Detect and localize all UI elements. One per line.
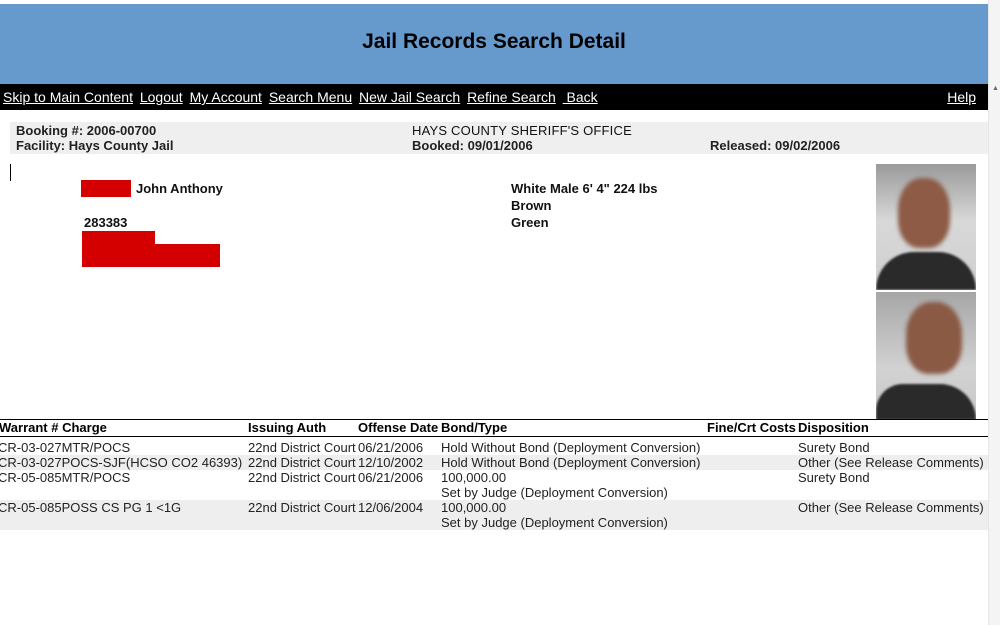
- help-link[interactable]: Help: [947, 89, 976, 105]
- charge-cell: CR-05-085MTR/POCS: [0, 470, 131, 485]
- offense-date-cell: 06/21/2006: [358, 470, 424, 485]
- header-disposition: Disposition: [798, 420, 869, 435]
- search-menu-link[interactable]: Search Menu: [269, 89, 352, 105]
- logout-link[interactable]: Logout: [140, 89, 183, 105]
- hair-color: Brown: [511, 198, 552, 213]
- bond-type-cell: Set by Judge (Deployment Conversion): [441, 485, 668, 500]
- my-account-link[interactable]: My Account: [190, 89, 262, 105]
- issuing-auth-cell: 22nd District Court: [248, 500, 356, 515]
- charge-cell: CR-05-085POSS CS PG 1 <1G: [0, 500, 182, 515]
- disposition-cell: Surety Bond: [798, 470, 870, 485]
- redacted-last-name: [81, 180, 131, 197]
- disposition-cell: Other (See Release Comments): [798, 500, 984, 515]
- redacted-address-line-2: [82, 244, 220, 267]
- mugshot-front-photo: [876, 164, 976, 290]
- bond-amount-cell: 100,000.00: [441, 500, 507, 515]
- inmate-name: John Anthony: [136, 181, 223, 196]
- disposition-cell: Other (See Release Comments): [798, 455, 984, 470]
- bond-type-cell: Hold Without Bond (Deployment Conversion…: [441, 455, 701, 470]
- refine-search-link[interactable]: Refine Search: [467, 89, 556, 105]
- offense-date-cell: 12/06/2004: [358, 500, 424, 515]
- scroll-up-arrow-icon[interactable]: ▲: [992, 85, 999, 92]
- header-bond-type: Bond/Type: [441, 420, 508, 435]
- header-offense-date: Offense Date: [358, 420, 439, 435]
- booking-number: Booking #: 2006-00700: [16, 123, 157, 138]
- text-caret: [10, 164, 11, 181]
- bond-amount-cell: 100,000.00: [441, 470, 507, 485]
- disposition-cell: Surety Bond: [798, 440, 870, 455]
- charge-cell: CR-03-027MTR/POCS: [0, 440, 131, 455]
- table-header-rule: [0, 436, 988, 437]
- bond-type-cell: Hold Without Bond (Deployment Conversion…: [441, 440, 701, 455]
- back-link[interactable]: Back: [563, 89, 598, 105]
- skip-to-main-content-link[interactable]: Skip to Main Content: [3, 89, 133, 105]
- offense-date-cell: 06/21/2006: [358, 440, 424, 455]
- table-row: CR-03-027MTR/POCS 22nd District Court 06…: [0, 440, 988, 455]
- charge-cell: CR-03-027POCS-SJF(HCSO CO2 46393): [0, 455, 243, 470]
- nav-bar: Skip to Main Content Logout My Account S…: [0, 84, 988, 110]
- released-date: Released: 09/02/2006: [710, 138, 841, 153]
- header-fine-costs: Fine/Crt Costs: [707, 420, 796, 435]
- header-issuing-auth: Issuing Auth: [248, 420, 327, 435]
- sheriff-office-name: HAYS COUNTY SHERIFF'S OFFICE: [412, 123, 632, 138]
- table-row: CR-03-027POCS-SJF(HCSO CO2 46393) 22nd D…: [0, 455, 988, 470]
- physical-description: White Male 6' 4" 224 lbs: [511, 181, 658, 196]
- redacted-address-line-1: [82, 231, 155, 245]
- issuing-auth-cell: 22nd District Court: [248, 440, 356, 455]
- eye-color: Green: [511, 215, 549, 230]
- inmate-id: 283383: [84, 215, 128, 230]
- mugshot-profile-photo: [876, 292, 976, 419]
- page-title: Jail Records Search Detail: [362, 30, 626, 53]
- header-warrant-charge: Warrant # Charge: [0, 420, 107, 435]
- table-row: CR-05-085POSS CS PG 1 <1G 22nd District …: [0, 500, 988, 530]
- issuing-auth-cell: 22nd District Court: [248, 455, 356, 470]
- offense-date-cell: 12/10/2002: [358, 455, 424, 470]
- booked-date: Booked: 09/01/2006: [412, 138, 533, 153]
- nav-links: Skip to Main Content Logout My Account S…: [3, 89, 601, 105]
- vertical-scrollbar[interactable]: ▲: [988, 0, 1000, 625]
- facility-name: Facility: Hays County Jail: [16, 138, 174, 153]
- issuing-auth-cell: 22nd District Court: [248, 470, 356, 485]
- table-row: CR-05-085MTR/POCS 22nd District Court 06…: [0, 470, 988, 500]
- bond-type-cell: Set by Judge (Deployment Conversion): [441, 515, 668, 530]
- new-jail-search-link[interactable]: New Jail Search: [359, 89, 460, 105]
